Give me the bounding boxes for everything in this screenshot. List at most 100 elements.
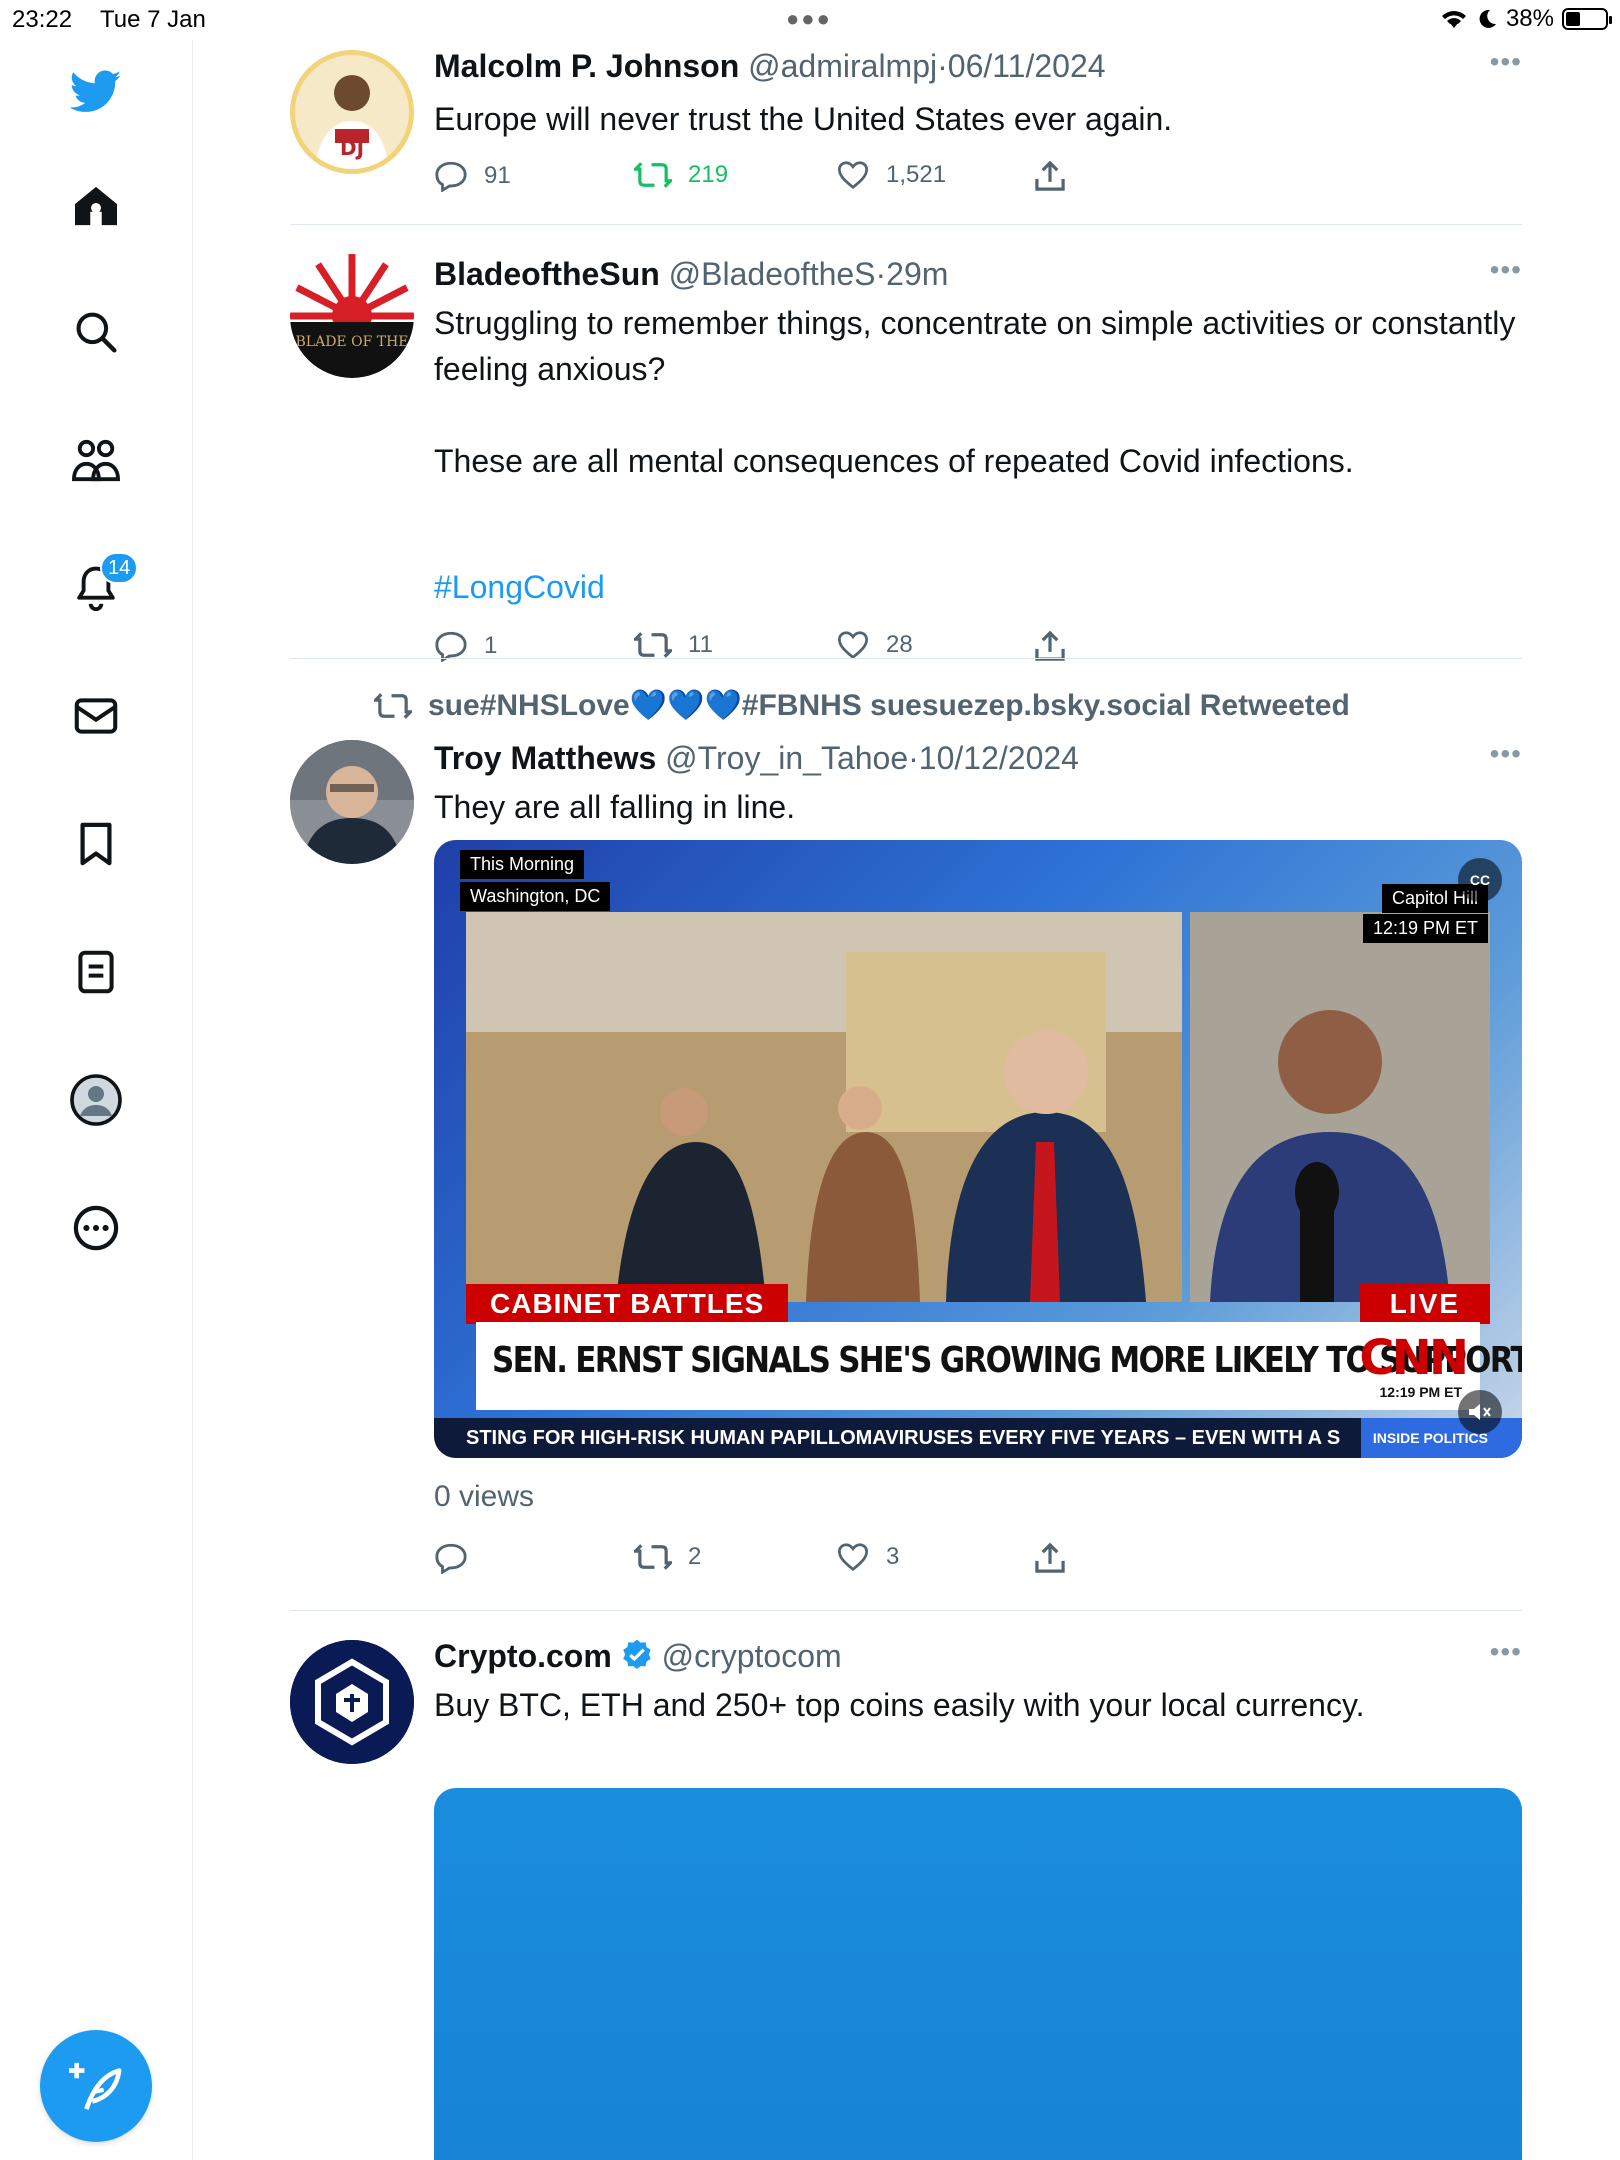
avatar[interactable]: DJ — [290, 50, 414, 174]
notifications-badge: 14 — [100, 552, 139, 584]
profile-avatar-icon[interactable] — [66, 1070, 126, 1130]
more-menu-icon[interactable]: ••• — [1490, 46, 1522, 78]
more-menu-icon[interactable]: ••• — [1490, 738, 1522, 770]
retweet-icon — [374, 692, 412, 719]
share-icon — [1035, 1542, 1065, 1573]
divider — [290, 1610, 1522, 1611]
home-icon[interactable] — [66, 176, 126, 236]
notifications-icon[interactable]: 14 — [66, 552, 139, 618]
tweet-text: Europe will never trust the United State… — [434, 101, 1173, 137]
author-handle[interactable]: @admiralmpj — [748, 48, 937, 84]
heart-icon — [837, 1543, 869, 1572]
video-headline-bar: SEN. ERNST SIGNALS SHE'S GROWING MORE LI… — [476, 1322, 1522, 1410]
bookmarks-icon[interactable] — [66, 814, 126, 874]
tweet-timestamp[interactable]: 10/12/2024 — [919, 740, 1079, 776]
status-bar: 23:22 Tue 7 Jan ●●● 38% — [0, 0, 1620, 40]
retweet-button[interactable]: 219 — [634, 160, 728, 190]
author-handle[interactable]: @cryptocom — [662, 1638, 842, 1674]
lists-icon[interactable] — [66, 942, 126, 1002]
verified-badge-icon — [622, 1639, 651, 1670]
share-button[interactable] — [1034, 1542, 1066, 1574]
video-chip-location: Washington, DC — [460, 882, 611, 911]
retweet-button[interactable]: 11 — [634, 630, 713, 660]
tweet-timestamp[interactable]: 29m — [886, 256, 948, 292]
heart-icon — [837, 631, 869, 660]
hashtag-link[interactable]: #LongCovid — [434, 564, 605, 610]
separator-dot: · — [937, 48, 948, 84]
ticker-text: STING FOR HIGH-RISK HUMAN PAPILLOMAVIRUS… — [466, 1426, 1341, 1449]
video-frame-right — [1190, 912, 1490, 1302]
reply-button[interactable] — [434, 1542, 484, 1574]
video-section-label: CABINET BATTLES — [466, 1284, 789, 1324]
tweet-text: Buy BTC, ETH and 250+ top coins easily w… — [434, 1687, 1365, 1723]
video-chip-show: This Morning — [460, 850, 585, 879]
retweet-count: 2 — [688, 1543, 702, 1570]
tweet-header: BladeoftheSun @BladeoftheS·29m — [434, 254, 1522, 294]
author-name[interactable]: Malcolm P. Johnson — [434, 48, 739, 84]
avatar-lettering: BLADE OF THE — [296, 334, 409, 350]
separator-dot: · — [908, 740, 919, 776]
more-menu-icon[interactable]: ••• — [1490, 254, 1522, 286]
cnn-time: 12:19 PM ET — [1379, 1384, 1462, 1400]
retweet-icon — [634, 1544, 672, 1570]
tweet-header: Troy Matthews @Troy_in_Tahoe·10/12/2024 — [434, 738, 1522, 778]
reply-button[interactable]: 91 — [434, 160, 511, 192]
author-name[interactable]: Crypto.com — [434, 1638, 612, 1674]
tweet-body: BladeoftheSun @BladeoftheS·29m ••• Strug… — [434, 254, 1522, 662]
search-icon[interactable] — [66, 302, 126, 362]
author-name[interactable]: Troy Matthews — [434, 740, 656, 776]
sidebar: 14 — [0, 40, 193, 2160]
avatar[interactable] — [290, 1640, 414, 1764]
tweet-body: Troy Matthews @Troy_in_Tahoe·10/12/2024 … — [434, 738, 1522, 1574]
communities-icon[interactable] — [66, 430, 126, 490]
author-name[interactable]: BladeoftheSun — [434, 256, 660, 292]
tweet-actions: 2 3 — [434, 1542, 1134, 1582]
like-button[interactable]: 3 — [836, 1542, 899, 1572]
reply-count: 91 — [484, 162, 511, 189]
author-handle[interactable]: @BladeoftheS — [669, 256, 876, 292]
video-chip-time: 12:19 PM ET — [1362, 914, 1488, 943]
tweet-actions: 91 219 1,521 — [434, 160, 1134, 200]
mute-icon[interactable] — [1458, 1390, 1502, 1434]
multitasking-dots-icon[interactable]: ●●● — [786, 6, 832, 32]
cnn-logo: CNN — [1359, 1330, 1469, 1386]
tweet-header: Malcolm P. Johnson @admiralmpj·06/11/202… — [434, 46, 1522, 86]
more-options-icon[interactable] — [66, 1198, 126, 1258]
video-ticker: STING FOR HIGH-RISK HUMAN PAPILLOMAVIRUS… — [434, 1418, 1522, 1458]
share-button[interactable] — [1034, 160, 1066, 192]
closed-captions-icon[interactable]: CC — [1458, 858, 1502, 902]
tweet-timestamp[interactable]: 06/11/2024 — [948, 48, 1106, 84]
reply-icon — [435, 161, 467, 192]
wifi-icon — [1441, 11, 1466, 28]
divider — [290, 224, 1522, 225]
avatar[interactable]: BLADE OF THE — [290, 254, 414, 378]
author-handle[interactable]: @Troy_in_Tahoe — [665, 740, 908, 776]
divider — [290, 658, 1522, 659]
retweet-icon — [634, 162, 672, 188]
tweet-body: Crypto.com @cryptocom ••• Buy BTC, ETH a… — [434, 1636, 1522, 2160]
retweet-count: 219 — [688, 161, 729, 188]
reply-count: 1 — [484, 632, 498, 659]
tweet-body: Malcolm P. Johnson @admiralmpj·06/11/202… — [434, 46, 1522, 192]
like-count: 3 — [886, 1543, 900, 1570]
twitter-logo-icon[interactable] — [66, 62, 126, 122]
compose-tweet-button[interactable] — [40, 2030, 152, 2142]
status-date: Tue 7 Jan — [100, 6, 206, 33]
like-count: 28 — [886, 631, 913, 658]
like-button[interactable]: 28 — [836, 630, 913, 660]
messages-icon[interactable] — [66, 686, 126, 746]
more-menu-icon[interactable]: ••• — [1490, 1636, 1522, 1668]
tweet-text: They are all falling in line. — [434, 789, 796, 825]
view-count: 0 views — [434, 1480, 535, 1513]
retweeted-by-line[interactable]: sue#NHSLove💙💙💙#FBNHS suesuezep.bsky.soci… — [374, 688, 1350, 723]
like-button[interactable]: 1,521 — [836, 160, 946, 190]
avatar[interactable] — [290, 740, 414, 864]
battery-icon — [1562, 8, 1612, 30]
retweet-icon — [634, 632, 672, 658]
video-player[interactable]: This Morning Washington, DC Capitol Hill… — [434, 840, 1522, 1458]
share-icon — [1035, 160, 1065, 191]
heart-icon — [837, 161, 869, 190]
retweet-button[interactable]: 2 — [634, 1542, 701, 1572]
ad-media[interactable] — [434, 1788, 1522, 2160]
retweeted-by-text: sue#NHSLove💙💙💙#FBNHS suesuezep.bsky.soci… — [428, 689, 1350, 722]
